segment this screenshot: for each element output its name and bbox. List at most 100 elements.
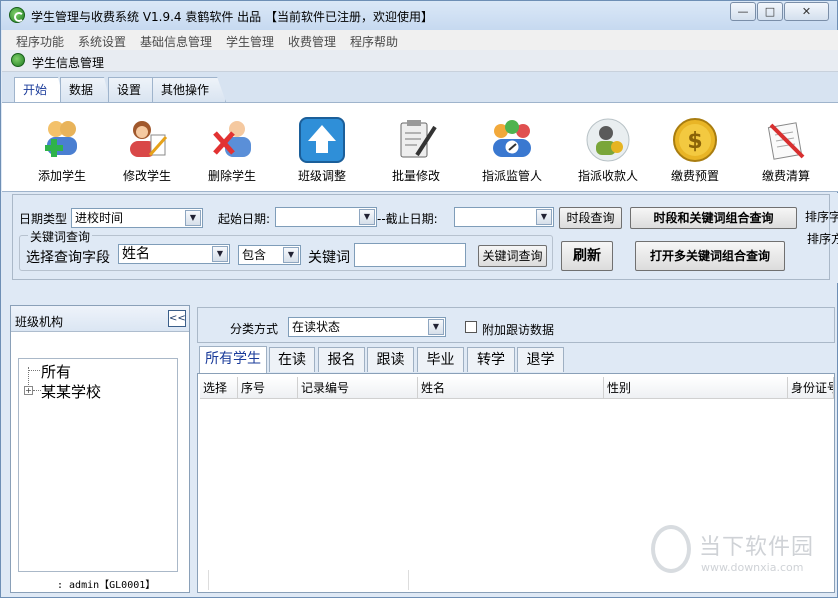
tab-transferred[interactable]: 转学 — [467, 347, 515, 372]
class-tree-title: 班级机构 — [15, 315, 64, 329]
payment-settle-button[interactable]: 缴费清算 — [746, 117, 826, 184]
category-select[interactable]: 在读状态 ▼ — [288, 317, 446, 337]
delete-student-button[interactable]: 删除学生 — [192, 117, 272, 184]
chevron-down-icon: ▼ — [185, 210, 201, 226]
date-query-button[interactable]: 时段查询 — [559, 207, 622, 229]
assign-payee-icon — [585, 117, 631, 163]
document-bar: 学生信息管理 — [2, 50, 838, 72]
payment-settle-icon — [763, 117, 809, 163]
add-student-button[interactable]: 添加学生 — [22, 117, 102, 184]
expand-icon[interactable]: + — [24, 386, 33, 395]
start-date-picker[interactable]: ▼ — [275, 207, 377, 227]
filter-panel: 日期类型 进校时间 ▼ 起始日期: ▼ --截止日期: ▼ 时段查询 时段和关键… — [12, 194, 838, 280]
query-field-value: 姓名 — [122, 246, 150, 262]
title-bar: 学生管理与收费系统 V1.9.4 袁鹤软件 出品 【当前软件已注册，欢迎使用】 … — [1, 1, 837, 30]
sort-direction-label: 排序方 — [807, 232, 838, 246]
menu-bar: 程序功能 系统设置 基础信息管理 学生管理 收费管理 程序帮助 — [2, 30, 838, 50]
multi-keyword-query-button[interactable]: 打开多关键词组合查询 — [635, 241, 785, 271]
batch-edit-button[interactable]: 批量修改 — [376, 117, 456, 184]
column-header-index[interactable]: 序号 — [238, 377, 298, 399]
menu-student-management[interactable]: 学生管理 — [226, 33, 274, 50]
maximize-button[interactable]: □ — [757, 2, 783, 21]
category-label: 分类方式 — [230, 322, 279, 336]
column-header-id-number[interactable]: 身份证号 — [788, 377, 834, 399]
column-header-name[interactable]: 姓名 — [418, 377, 604, 399]
tab-enrolled[interactable]: 在读 — [269, 347, 315, 372]
watermark: 当下软件园 www.downxia.com — [651, 525, 821, 585]
date-type-select[interactable]: 进校时间 ▼ — [71, 208, 203, 228]
assign-payee-label: 指派收款人 — [577, 169, 638, 183]
query-field-select[interactable]: 姓名 ▼ — [118, 244, 230, 264]
match-mode-select[interactable]: 包含 ▼ — [238, 245, 301, 265]
grid-divider — [208, 570, 209, 590]
ribbon-tab-settings[interactable]: 设置 — [108, 77, 159, 102]
delete-student-icon — [209, 117, 255, 163]
delete-student-label: 删除学生 — [207, 169, 256, 183]
category-value: 在读状态 — [292, 320, 341, 334]
tree-node-all[interactable]: 所有 — [41, 361, 71, 382]
end-date-picker[interactable]: ▼ — [454, 207, 554, 227]
tab-dropped[interactable]: 退学 — [517, 347, 564, 372]
menu-fee-management[interactable]: 收费管理 — [288, 33, 336, 50]
tab-trial[interactable]: 跟读 — [367, 347, 414, 372]
tree-connector — [33, 390, 41, 391]
keyword-input[interactable] — [354, 243, 466, 267]
menu-help[interactable]: 程序帮助 — [350, 33, 398, 50]
assign-supervisor-label: 指派监管人 — [481, 169, 542, 183]
date-type-value: 进校时间 — [75, 211, 124, 225]
edit-student-button[interactable]: 修改学生 — [107, 117, 187, 184]
column-header-record-no[interactable]: 记录编号 — [298, 377, 418, 399]
student-status-tabs: 所有学生 在读 报名 跟读 毕业 转学 退学 — [197, 346, 835, 373]
app-logo-icon — [9, 7, 25, 23]
class-tree-header: 班级机构 << — [11, 306, 189, 332]
payment-preset-button[interactable]: $ 缴费预置 — [655, 117, 735, 184]
window-title: 学生管理与收费系统 V1.9.4 袁鹤软件 出品 【当前软件已注册，欢迎使用】 — [31, 10, 434, 24]
column-header-select[interactable]: 选择 — [200, 377, 238, 399]
close-button[interactable]: ✕ — [784, 2, 829, 21]
class-adjust-button[interactable]: 班级调整 — [282, 117, 362, 184]
field-label: 选择查询字段 — [26, 250, 110, 266]
match-mode-value: 包含 — [242, 248, 267, 262]
date-type-label: 日期类型 — [19, 212, 68, 226]
category-toolbar: 分类方式 在读状态 ▼ 附加跟访数据 — [197, 307, 835, 343]
tab-all-students[interactable]: 所有学生 — [199, 346, 267, 373]
filter-area: 日期类型 进校时间 ▼ 起始日期: ▼ --截止日期: ▼ 时段查询 时段和关键… — [2, 193, 838, 283]
class-tree-panel: 班级机构 << + 所有 某某学校 : admin【GL0001】 — [10, 305, 190, 593]
keyword-query-button[interactable]: 关键词查询 — [478, 245, 547, 267]
ribbon-tab-strip: 开始 数据 设置 其他操作 — [2, 72, 838, 102]
sort-field-label: 排序字 — [805, 210, 838, 224]
chevron-down-icon: ▼ — [283, 247, 299, 263]
minimize-button[interactable]: — — [730, 2, 756, 21]
document-icon — [11, 53, 25, 67]
assign-supervisor-button[interactable]: 指派监管人 — [472, 117, 552, 184]
refresh-button[interactable]: 刷新 — [561, 241, 613, 271]
document-title: 学生信息管理 — [32, 56, 105, 70]
combined-query-button[interactable]: 时段和关键词组合查询 — [630, 207, 797, 229]
current-user-info: : admin【GL0001】 — [57, 580, 156, 591]
add-student-icon — [39, 117, 85, 163]
ribbon-tab-other[interactable]: 其他操作 — [152, 77, 227, 102]
tree-node-school[interactable]: 某某学校 — [41, 381, 101, 402]
assign-payee-button[interactable]: 指派收款人 — [568, 117, 648, 184]
tab-registered[interactable]: 报名 — [318, 347, 365, 372]
menu-basic-info[interactable]: 基础信息管理 — [140, 33, 212, 50]
chevron-down-icon: ▼ — [428, 319, 444, 335]
watermark-logo-icon — [651, 525, 691, 573]
menu-program[interactable]: 程序功能 — [16, 33, 64, 50]
followup-checkbox[interactable] — [465, 321, 477, 333]
keyword-label: 关键词 — [308, 250, 350, 266]
chevron-down-icon: ▼ — [212, 246, 228, 262]
chevron-down-icon: ▼ — [359, 209, 375, 225]
ribbon-tab-start[interactable]: 开始 — [14, 77, 65, 102]
tab-graduated[interactable]: 毕业 — [417, 347, 464, 372]
collapse-panel-button[interactable]: << — [168, 310, 186, 327]
add-student-label: 添加学生 — [37, 169, 86, 183]
column-header-gender[interactable]: 性别 — [604, 377, 788, 399]
ribbon-tab-data[interactable]: 数据 — [60, 77, 111, 102]
class-adjust-icon — [299, 117, 345, 163]
payment-preset-label: 缴费预置 — [670, 169, 719, 183]
menu-system-settings[interactable]: 系统设置 — [78, 33, 126, 50]
followup-checkbox-label: 附加跟访数据 — [482, 323, 555, 337]
svg-text:$: $ — [687, 129, 702, 154]
payment-settle-label: 缴费清算 — [761, 169, 810, 183]
